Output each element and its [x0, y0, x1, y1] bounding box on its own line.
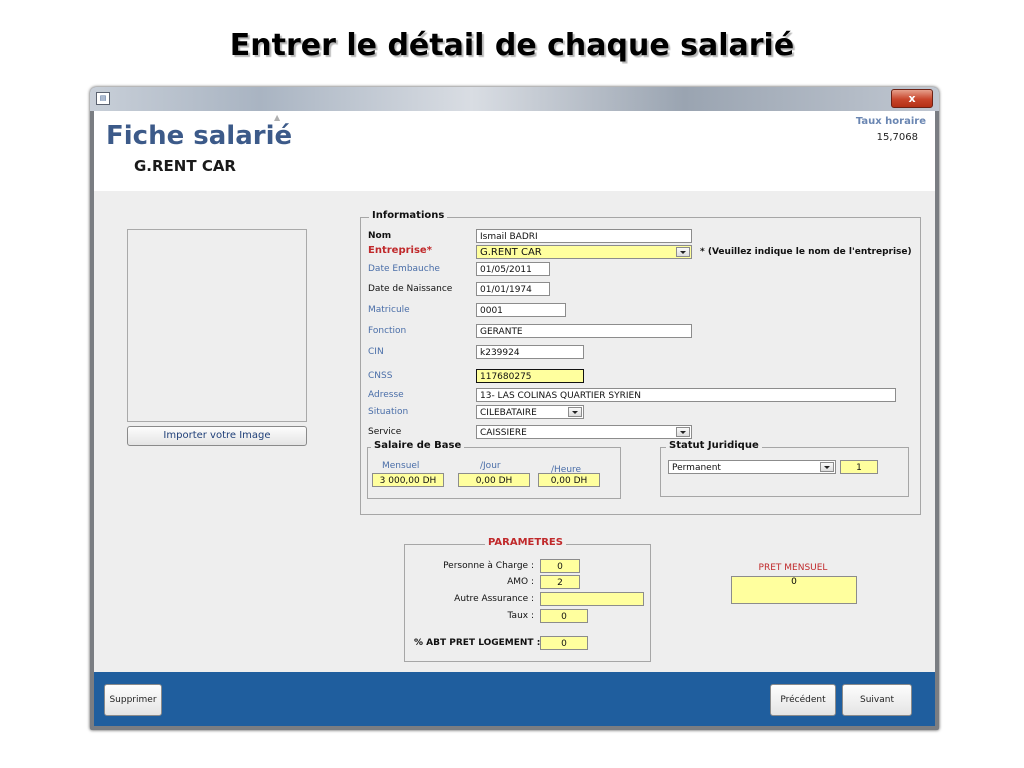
autre-assurance-label: Autre Assurance : — [454, 594, 534, 604]
adresse-field[interactable]: 13- LAS COLINAS QUARTIER SYRIEN — [476, 388, 896, 402]
statut-legend: Statut Juridique — [666, 440, 762, 451]
cin-field[interactable]: k239924 — [476, 345, 584, 359]
statut-select[interactable]: Permanent — [668, 460, 836, 474]
entreprise-value: G.RENT CAR — [480, 247, 542, 258]
naissance-label: Date de Naissance — [368, 284, 453, 294]
chevron-down-icon[interactable] — [676, 427, 690, 437]
cnss-field[interactable]: 117680275 — [476, 369, 584, 383]
company-name: G.RENT CAR — [134, 157, 236, 175]
nom-field[interactable]: Ismail BADRI — [476, 229, 692, 243]
close-button[interactable]: x — [891, 89, 933, 108]
import-image-button[interactable]: Importer votre Image — [127, 426, 307, 446]
abt-pret-logement-label: % ABT PRET LOGEMENT : — [414, 638, 541, 648]
amo-label: AMO : — [507, 577, 534, 587]
page-title: Fiche salarié — [106, 121, 293, 151]
entreprise-label: Entreprise* — [368, 245, 432, 256]
naissance-field[interactable]: 01/01/1974 — [476, 282, 550, 296]
form-client-area: ▲ Fiche salarié G.RENT CAR Taux horaire … — [94, 111, 935, 726]
window-titlebar[interactable]: ▤ x — [90, 87, 939, 111]
pret-mensuel-text: 0 — [791, 577, 797, 587]
jour-field[interactable]: 0,00 DH — [458, 473, 530, 487]
adresse-label: Adresse — [368, 390, 404, 400]
embauche-field[interactable]: 01/05/2011 — [476, 262, 550, 276]
nom-label: Nom — [368, 231, 392, 241]
statut-code-field[interactable]: 1 — [840, 460, 878, 474]
form-detail: Importer votre Image Informations Nom Is… — [94, 191, 935, 672]
cin-label: CIN — [368, 347, 384, 357]
situation-label: Situation — [368, 407, 409, 417]
form-icon[interactable]: ▤ — [96, 92, 110, 105]
service-label: Service — [368, 427, 402, 437]
next-button[interactable]: Suivant — [842, 684, 912, 716]
pret-mensuel-label: PRET MENSUEL — [758, 563, 828, 573]
amo-field[interactable]: 2 — [540, 575, 580, 589]
embauche-label: Date Embauche — [368, 264, 440, 274]
fonction-field[interactable]: GERANTE — [476, 324, 692, 338]
pret-mensuel-value[interactable]: 0 — [731, 576, 857, 604]
taux-horaire-label: Taux horaire — [855, 116, 926, 127]
taux-field[interactable]: 0 — [540, 609, 588, 623]
autre-assurance-field[interactable] — [540, 592, 644, 606]
delete-button[interactable]: Supprimer — [104, 684, 162, 716]
informations-legend: Informations — [369, 210, 448, 221]
form-footer: Supprimer Précédent Suivant — [94, 672, 935, 726]
abt-pret-logement-field[interactable]: 0 — [540, 636, 588, 650]
mensuel-field[interactable]: 3 000,00 DH — [372, 473, 444, 487]
previous-button[interactable]: Précédent — [770, 684, 836, 716]
cnss-label: CNSS — [368, 371, 393, 381]
parametres-legend: PARAMETRES — [485, 537, 566, 548]
statut-value: Permanent — [672, 463, 721, 473]
situation-value: CILEBATAIRE — [480, 408, 537, 418]
taux-horaire-value: 15,7068 — [876, 132, 918, 143]
mensuel-label: Mensuel — [382, 461, 420, 471]
service-select[interactable]: CAISSIERE — [476, 425, 692, 439]
entreprise-hint: * (Veuillez indique le nom de l'entrepri… — [700, 247, 912, 257]
taux-label: Taux : — [507, 611, 534, 621]
chevron-down-icon[interactable] — [820, 462, 834, 472]
entreprise-select[interactable]: G.RENT CAR — [476, 245, 692, 259]
matricule-field[interactable]: 0001 — [476, 303, 566, 317]
service-value: CAISSIERE — [480, 428, 527, 438]
employee-photo[interactable] — [127, 229, 307, 422]
fonction-label: Fonction — [368, 326, 407, 336]
jour-label: /Jour — [480, 461, 501, 471]
personne-field[interactable]: 0 — [540, 559, 580, 573]
form-window: ▤ x ▲ Fiche salarié G.RENT CAR Taux hora… — [90, 87, 939, 730]
situation-select[interactable]: CILEBATAIRE — [476, 405, 584, 419]
form-header: ▲ Fiche salarié G.RENT CAR Taux horaire … — [94, 111, 935, 191]
salaire-legend: Salaire de Base — [371, 440, 465, 451]
matricule-label: Matricule — [368, 305, 410, 315]
slide-title: Entrer le détail de chaque salarié — [229, 28, 795, 63]
heure-field[interactable]: 0,00 DH — [538, 473, 600, 487]
chevron-down-icon[interactable] — [676, 247, 690, 257]
chevron-down-icon[interactable] — [568, 407, 582, 417]
personne-label: Personne à Charge : — [443, 561, 534, 571]
